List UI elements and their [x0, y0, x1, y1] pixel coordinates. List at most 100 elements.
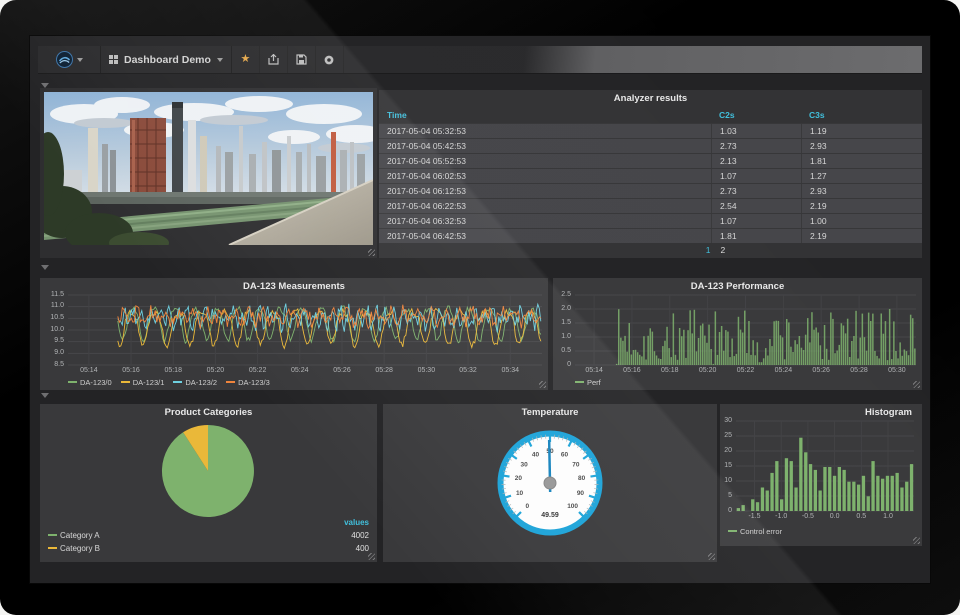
gear-icon: [323, 54, 335, 66]
legend-color-dash: [575, 381, 584, 383]
page-button[interactable]: 1: [706, 245, 711, 255]
histogram-plot: [736, 420, 914, 512]
panel-resize-handle[interactable]: [368, 249, 375, 256]
histogram-bar: [775, 461, 778, 511]
brand-menu-button[interactable]: [38, 46, 101, 73]
column-header[interactable]: C3s: [801, 108, 922, 123]
histogram-bar: [838, 467, 841, 511]
histogram-bar: [886, 476, 889, 511]
gauge-tick-label: 40: [532, 452, 540, 459]
table-row: 2017-05-04 06:12:532.732.93: [379, 183, 922, 198]
table-cell: 1.27: [801, 169, 922, 183]
histogram-bar: [751, 499, 754, 511]
x-tick-label: 05:34: [496, 367, 524, 375]
table-header-row: TimeC2sC3s: [379, 108, 922, 123]
table-cell: 2017-05-04 05:42:53: [379, 139, 711, 153]
x-tick-label: -1.0: [767, 513, 795, 521]
histogram-bar: [780, 499, 783, 511]
histogram-bar: [809, 464, 812, 511]
histogram-panel: Histogram Control error 302520151050-1.5…: [720, 404, 922, 546]
dashboard-grid-icon: [109, 55, 118, 64]
x-tick-label: 05:26: [807, 367, 835, 375]
legend-item[interactable]: DA-123/2: [173, 378, 217, 387]
measurements-panel: DA-123 Measurements DA-123/0DA-123/1DA-1…: [40, 278, 548, 390]
panel-resize-handle[interactable]: [368, 553, 375, 560]
histogram-bar: [852, 482, 855, 511]
table-cell: 2.93: [801, 139, 922, 153]
temperature-gauge: 010203040506070809010049.59: [383, 417, 717, 561]
navbar: Dashboard Demo ★: [38, 46, 922, 74]
save-button[interactable]: [288, 46, 316, 73]
column-header[interactable]: C2s: [711, 108, 801, 123]
chevron-down-icon: [217, 58, 223, 62]
legend-item[interactable]: Category A: [48, 531, 100, 540]
y-tick-label: 0.5: [553, 347, 571, 355]
dashboard-picker-button[interactable]: Dashboard Demo: [101, 46, 232, 73]
y-tick-label: 10.0: [40, 326, 64, 334]
gauge-tick-label: 60: [561, 452, 569, 459]
monitor-bezel: Dashboard Demo ★: [0, 0, 960, 615]
table-cell: 2.73: [711, 139, 801, 153]
table-cell: 2017-05-04 06:12:53: [379, 184, 711, 198]
panel-resize-handle[interactable]: [539, 381, 546, 388]
histogram-bar: [867, 496, 870, 511]
refinery-photo: [44, 92, 373, 245]
pie-slice-value: 4002: [351, 531, 369, 540]
settings-button[interactable]: [316, 46, 344, 73]
table-row: 2017-05-04 05:52:532.131.81: [379, 153, 922, 168]
histogram-bar: [799, 438, 802, 511]
histogram-bar: [828, 467, 831, 511]
y-tick-label: 1.0: [553, 333, 571, 341]
legend-item[interactable]: Control error: [728, 527, 782, 536]
legend-color-dash: [48, 547, 57, 549]
row-collapse-icon[interactable]: [41, 265, 49, 270]
panel-resize-handle[interactable]: [708, 553, 715, 560]
table-row: 2017-05-04 06:22:532.542.19: [379, 198, 922, 213]
column-header[interactable]: Time: [379, 108, 711, 123]
share-button[interactable]: [260, 46, 288, 73]
pie-slice-value: 400: [356, 544, 369, 553]
table-cell: 1.81: [711, 229, 801, 243]
row-collapse-icon[interactable]: [41, 393, 49, 398]
legend-item[interactable]: DA-123/3: [226, 378, 270, 387]
panel-resize-handle[interactable]: [913, 537, 920, 544]
y-tick-label: 9.5: [40, 337, 64, 345]
x-tick-label: 05:30: [883, 367, 911, 375]
table-cell: 2017-05-04 06:22:53: [379, 199, 711, 213]
histogram-bar: [823, 467, 826, 511]
gauge-tick-label: 30: [520, 461, 528, 468]
y-tick-label: 11.0: [40, 302, 64, 310]
star-button[interactable]: ★: [232, 46, 260, 73]
histogram-bar: [737, 508, 740, 511]
pie-chart: [40, 416, 377, 518]
legend-item[interactable]: DA-123/1: [121, 378, 165, 387]
temperature-panel: Temperature 010203040506070809010049.59: [383, 404, 717, 562]
histogram-bar: [862, 476, 865, 511]
y-tick-label: 11.5: [40, 291, 64, 299]
legend-item[interactable]: DA-123/0: [68, 378, 112, 387]
histogram-bar: [814, 470, 817, 511]
legend-color-dash: [728, 530, 737, 532]
legend: Control error: [728, 527, 791, 536]
page-button[interactable]: 2: [721, 245, 726, 255]
gauge-tick-label: 80: [578, 475, 586, 482]
x-tick-label: 05:18: [656, 367, 684, 375]
y-tick-label: 0: [553, 361, 571, 369]
histogram-bar: [742, 505, 745, 511]
gauge-hub: [544, 477, 556, 489]
panel-resize-handle[interactable]: [913, 381, 920, 388]
legend-color-dash: [226, 381, 235, 383]
histogram-bar: [785, 458, 788, 511]
legend-item[interactable]: Perf: [575, 378, 601, 387]
share-icon: [268, 54, 279, 65]
x-tick-label: 05:22: [244, 367, 272, 375]
legend-item[interactable]: Category B: [48, 544, 100, 553]
dashboard-screen: Dashboard Demo ★: [30, 36, 930, 583]
y-tick-label: 2.0: [553, 305, 571, 313]
x-tick-label: 05:14: [580, 367, 608, 375]
table-row: 2017-05-04 05:32:531.031.19: [379, 123, 922, 138]
save-icon: [296, 54, 307, 65]
chevron-down-icon: [77, 58, 83, 62]
histogram-bar: [905, 482, 908, 511]
table-cell: 2017-05-04 06:02:53: [379, 169, 711, 183]
